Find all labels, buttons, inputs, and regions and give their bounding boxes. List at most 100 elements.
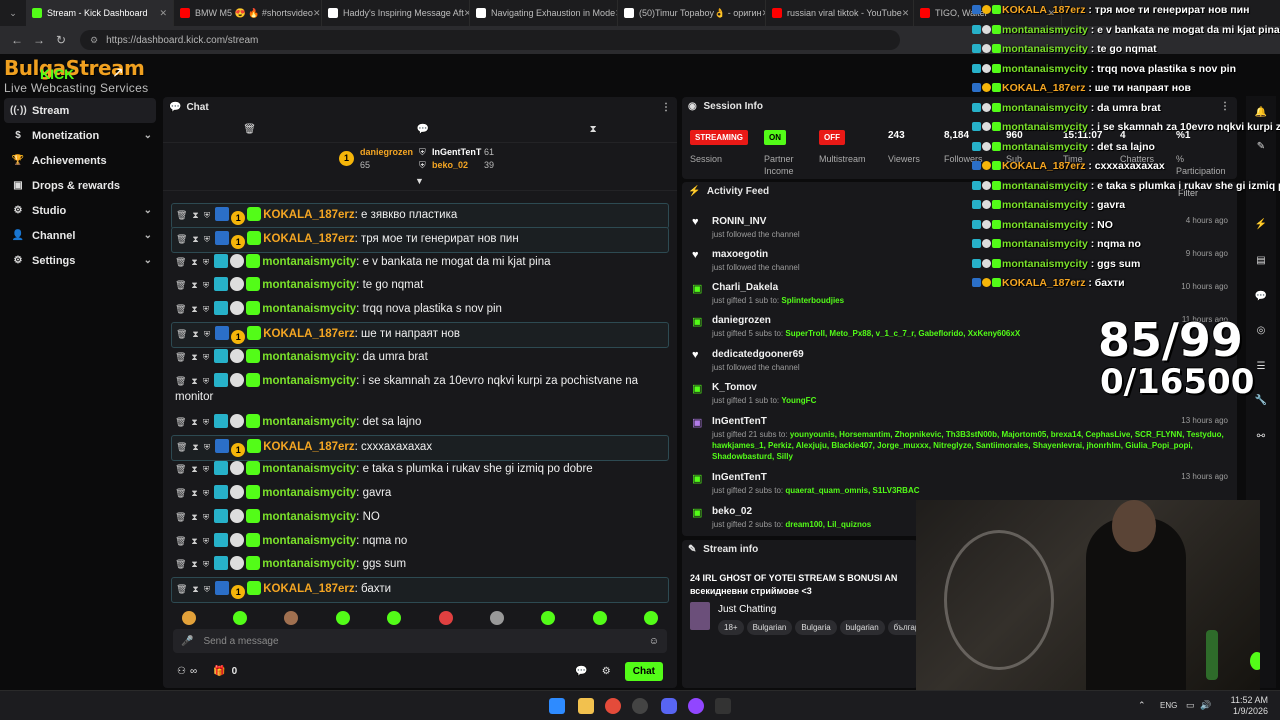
chat-username[interactable]: montanaismycity (262, 535, 356, 547)
twitch-icon[interactable] (688, 698, 704, 714)
sidebar-item-monetization[interactable]: $ Monetization ⌄ (0, 123, 160, 148)
stream-tag[interactable]: Bulgaria (795, 620, 837, 635)
browser-tab[interactable]: Navigating Exhaustion in Mode✕ (470, 0, 618, 26)
emote-icon[interactable] (490, 611, 505, 625)
chat-username[interactable]: montanaismycity (262, 487, 356, 499)
users-icon[interactable]: ⚇ (177, 666, 186, 677)
message-tools[interactable]: 🗑⧗⛨ (176, 442, 215, 452)
status-pill[interactable]: STREAMING (690, 130, 748, 145)
message-tools[interactable]: 🗑⧗⛨ (175, 417, 214, 427)
activity-username[interactable]: maxoegotin (712, 249, 768, 260)
gear-icon[interactable]: ⚙ (602, 666, 611, 677)
message-tools[interactable]: 🗑⧗⛨ (175, 512, 214, 522)
chat-message[interactable]: 🗑⧗⛨ montanaismycity: ggs sum (171, 553, 669, 575)
category-name[interactable]: Just Chatting (718, 604, 776, 615)
hourglass-icon[interactable]: ⧗ (590, 124, 597, 135)
chat-button[interactable]: Chat (624, 661, 663, 681)
browser-tab[interactable]: (50)Timur Topaboy👌 - оригин✕ (618, 0, 766, 26)
chat-bubble-icon[interactable]: 💬 (417, 124, 429, 135)
close-icon[interactable]: ✕ (159, 8, 167, 19)
stream-tag[interactable]: bulgarian (839, 620, 885, 635)
chat-message[interactable]: 🗑⧗⛨ montanaismycity: e taka s plumka i ru… (171, 458, 669, 480)
emote-icon[interactable] (644, 611, 659, 625)
obs-icon[interactable] (632, 698, 648, 714)
chat-username[interactable]: KOKALA_187erz (263, 328, 354, 340)
site-info-icon[interactable]: ⚙ (90, 35, 98, 46)
emote-icon[interactable] (387, 611, 402, 625)
chat-message[interactable]: 🗑⧗⛨ montanaismycity: det sa lajno (171, 411, 669, 433)
message-tools[interactable]: 🗑⧗⛨ (176, 329, 215, 339)
folder-icon[interactable] (578, 698, 594, 714)
browser-tab[interactable]: Stream - Kick Dashboard ✕ (26, 0, 174, 26)
activity-username[interactable]: InGentTenT (712, 472, 767, 483)
status-pill[interactable]: OFF (819, 130, 845, 145)
share-icon[interactable]: ⚯ (1252, 428, 1270, 446)
sidebar-item-channel[interactable]: 👤 Channel ⌄ (0, 223, 160, 248)
emote-icon[interactable] (438, 611, 453, 625)
wrench-icon[interactable]: 🔧 (1252, 392, 1270, 410)
chat-username[interactable]: montanaismycity (262, 256, 356, 268)
windows-icon[interactable] (549, 698, 565, 714)
chat-username[interactable]: montanaismycity (262, 416, 356, 428)
chat-message[interactable]: 🗑⧗⛨ montanaismycity: nqma no (171, 530, 669, 552)
close-icon[interactable]: ✕ (902, 8, 910, 19)
sidebar-item-stream[interactable]: ((·)) Stream (4, 98, 156, 123)
forward-icon[interactable]: → (28, 33, 50, 47)
emote-icon[interactable] (335, 611, 350, 625)
chat-message[interactable]: 🗑⧗⛨ montanaismycity: e v bankata ne mogat… (171, 251, 669, 273)
browser-tab[interactable]: russian viral tiktok - YouTube ✕ (766, 0, 914, 26)
chat-message[interactable]: 🗑⧗⛨ montanaismycity: trqq nova plastika s… (171, 298, 669, 320)
stream-tag[interactable]: 18+ (718, 620, 744, 635)
logo[interactable]: BulgaStream KICK Live Webcasting Service… (4, 54, 179, 96)
network-icon[interactable]: ▭ (1186, 700, 1195, 711)
terminal-icon[interactable] (715, 698, 731, 714)
expand-icon[interactable]: ↗ (112, 64, 124, 81)
url-bar[interactable]: ⚙ https://dashboard.kick.com/stream (80, 30, 900, 50)
chat-message[interactable]: 🗑⧗⛨ montanaismycity: te go nqmat (171, 274, 669, 296)
chat-username[interactable]: montanaismycity (262, 303, 356, 315)
chat-username[interactable]: KOKALA_187erz (263, 209, 354, 221)
chat-bubble-icon[interactable]: 💬 (575, 666, 587, 677)
language-indicator[interactable]: ENG (1160, 701, 1177, 710)
sidebar-item-studio[interactable]: ⚙ Studio ⌄ (0, 198, 160, 223)
emote-icon[interactable] (592, 611, 607, 625)
stream-tag[interactable]: българ (887, 620, 918, 635)
emote-icon[interactable] (541, 611, 556, 625)
chat-message[interactable]: 🗑⧗⛨ 1 KOKALA_187erz: е зявкво пластика (171, 203, 669, 229)
chat-username[interactable]: montanaismycity (262, 511, 356, 523)
pencil-icon[interactable]: ✎ (688, 544, 696, 555)
browser-tab[interactable]: BMW M5 😍 🔥 #shortsvideo ✕ (174, 0, 322, 26)
chat-username[interactable]: montanaismycity (262, 558, 356, 570)
message-tools[interactable]: 🗑⧗⛨ (175, 304, 214, 314)
message-tools[interactable]: 🗑⧗⛨ (175, 376, 214, 386)
activity-username[interactable]: daniegrozen (712, 315, 771, 326)
trash-icon[interactable]: 🗑 (243, 124, 256, 135)
status-pill[interactable]: ON (764, 130, 786, 145)
chat-message[interactable]: 🗑⧗⛨ montanaismycity: da umra brat (171, 346, 669, 368)
close-icon[interactable]: ✕ (313, 8, 321, 19)
chat-message[interactable]: 🗑⧗⛨ 1 KOKALA_187erz: ше ти напраят нов (171, 322, 669, 348)
discord-icon[interactable] (661, 698, 677, 714)
chevron-down-icon[interactable]: ⌄ (144, 255, 152, 266)
message-tools[interactable]: 🗑⧗⛨ (175, 280, 214, 290)
chat-username[interactable]: montanaismycity (262, 279, 356, 291)
chat-username[interactable]: montanaismycity (262, 375, 356, 387)
stream-tag[interactable]: Bulgarian (746, 620, 793, 635)
message-tools[interactable]: 🗑⧗⛨ (176, 210, 215, 220)
activity-username[interactable]: Charli_Dakela (712, 282, 778, 293)
clock[interactable]: 11:52 AM 1/9/2026 (1231, 695, 1268, 717)
collapse-icon[interactable]: ▼ (415, 176, 424, 186)
message-tools[interactable]: 🗑⧗⛨ (175, 536, 214, 546)
activity-username[interactable]: beko_02 (712, 506, 752, 517)
volume-icon[interactable]: 🔊 (1200, 700, 1211, 711)
chat-username[interactable]: KOKALA_187erz (263, 233, 354, 245)
chat-username[interactable]: montanaismycity (262, 463, 356, 475)
message-tools[interactable]: 🗑⧗⛨ (175, 559, 214, 569)
back-icon[interactable]: ← (6, 33, 28, 47)
chrome-icon[interactable] (605, 698, 621, 714)
emote-icon[interactable] (284, 611, 299, 625)
activity-username[interactable]: K_Tomov (712, 382, 757, 393)
chevron-down-icon[interactable]: ⌄ (144, 205, 152, 216)
chat-message[interactable]: 🗑⧗⛨ montanaismycity: NO (171, 506, 669, 528)
reload-icon[interactable]: ↻ (50, 33, 72, 47)
